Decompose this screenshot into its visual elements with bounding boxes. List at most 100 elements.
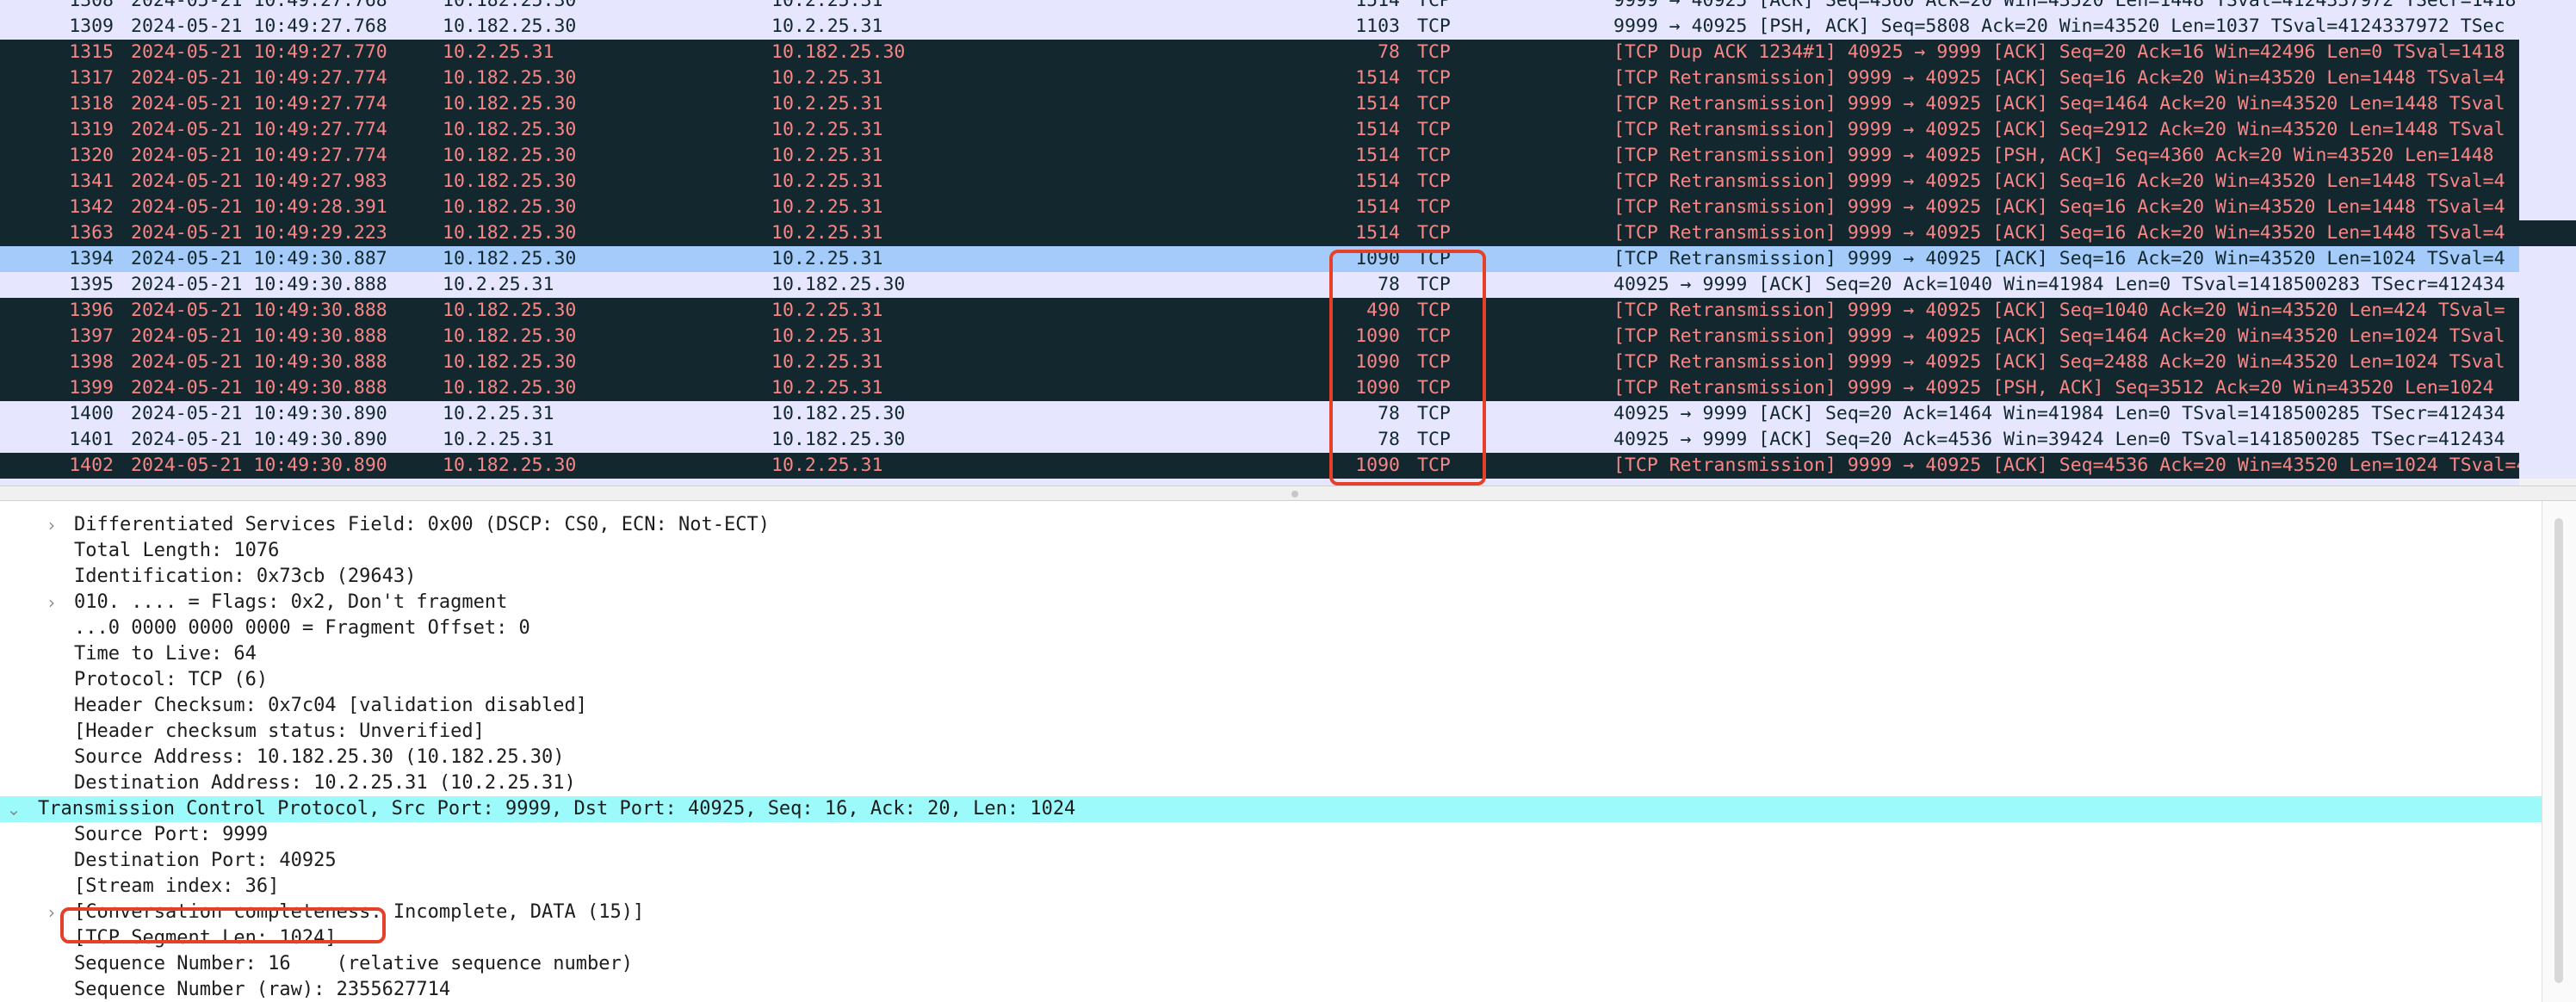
packet-row[interactable]: 1309 2024-05-21 10:49:27.768 10.182.25.30 1…: [0, 14, 2576, 40]
packet-info: [TCP Retransmission] 9999 → 40925 [ACK] …: [1613, 196, 2505, 218]
packet-row[interactable]: 1317 2024-05-21 10:49:27.774 10.182.25.30 1…: [0, 65, 2576, 91]
details-item[interactable]: Sequence Number: 16 (relative sequence n…: [0, 951, 2542, 977]
packet-row[interactable]: 1395 2024-05-21 10:49:30.888 10.2.25.31 10.…: [0, 272, 2576, 298]
details-item[interactable]: Identification: 0x73cb (29643): [0, 564, 2542, 590]
packet-row[interactable]: 1363 2024-05-21 10:49:29.223 10.182.25.30 1…: [0, 220, 2576, 246]
packet-frame-number: 1400: [69, 403, 114, 424]
packet-length: 1514: [1355, 222, 1400, 244]
packet-frame-number: 1308: [69, 0, 114, 11]
packet-source: 10.2.25.31: [443, 274, 554, 295]
packet-list-scrollbar[interactable]: [2519, 0, 2576, 486]
packet-source: 10.182.25.30: [443, 170, 577, 192]
packet-protocol: TCP: [1417, 351, 1451, 373]
scroll-minimap-mark: [2519, 65, 2576, 91]
details-scrollbar[interactable]: [2542, 501, 2576, 1002]
packet-row[interactable]: 1308 2024-05-21 10:49:27.768 10.182.25.30 1…: [0, 0, 2576, 14]
packet-destination: 10.2.25.31: [771, 67, 883, 89]
chevron-right-icon[interactable]: ›: [41, 590, 62, 615]
details-item-text: Header Checksum: 0x7c04 [validation disa…: [74, 695, 588, 716]
packet-row[interactable]: 1396 2024-05-21 10:49:30.888 10.182.25.30 1…: [0, 298, 2576, 324]
packet-source: 10.182.25.30: [443, 67, 577, 89]
details-item[interactable]: › 010. .... = Flags: 0x2, Don't fragment: [0, 590, 2542, 615]
details-item[interactable]: › [Conversation completeness: Incomplete,…: [0, 900, 2542, 925]
details-item[interactable]: Header Checksum: 0x7c04 [validation disa…: [0, 693, 2542, 719]
details-scroll-thumb[interactable]: [2554, 518, 2563, 983]
packet-time: 2024-05-21 10:49:30.888: [131, 274, 387, 295]
details-item-text: Total Length: 1076: [74, 540, 280, 561]
packet-row[interactable]: 1401 2024-05-21 10:49:30.890 10.2.25.31 10.…: [0, 427, 2576, 453]
packet-frame-number: 1394: [69, 248, 114, 269]
packet-destination: 10.2.25.31: [771, 300, 883, 321]
details-item[interactable]: Source Address: 10.182.25.30 (10.182.25.…: [0, 745, 2542, 770]
packet-time: 2024-05-21 10:49:29.223: [131, 222, 387, 244]
packet-length: 1103: [1355, 15, 1400, 37]
scroll-minimap-mark: [2519, 143, 2576, 169]
packet-row[interactable]: 1319 2024-05-21 10:49:27.774 10.182.25.30 1…: [0, 117, 2576, 143]
packet-row[interactable]: 1318 2024-05-21 10:49:27.774 10.182.25.30 1…: [0, 91, 2576, 117]
details-item[interactable]: [TCP Segment Len: 1024]: [0, 925, 2542, 951]
scroll-minimap-mark: [2519, 169, 2576, 195]
details-item[interactable]: Destination Address: 10.2.25.31 (10.2.25…: [0, 770, 2542, 796]
packet-time: 2024-05-21 10:49:30.887: [131, 248, 387, 269]
scroll-minimap-mark: [2519, 195, 2576, 220]
packet-length: 1090: [1355, 377, 1400, 399]
details-item[interactable]: ...0 0000 0000 0000 = Fragment Offset: 0: [0, 615, 2542, 641]
scroll-minimap-mark: [2519, 91, 2576, 117]
packet-row[interactable]: 1402 2024-05-21 10:49:30.890 10.182.25.30 1…: [0, 453, 2576, 479]
packet-row[interactable]: 1398 2024-05-21 10:49:30.888 10.182.25.30 1…: [0, 349, 2576, 375]
packet-info: [TCP Retransmission] 9999 → 40925 [ACK] …: [1613, 300, 2505, 321]
packet-row[interactable]: 1399 2024-05-21 10:49:30.888 10.182.25.30 1…: [0, 375, 2576, 401]
details-item-text: Destination Port: 40925: [74, 850, 337, 871]
scroll-minimap-mark: [2519, 272, 2576, 298]
packet-protocol: TCP: [1417, 0, 1451, 11]
packet-time: 2024-05-21 10:49:27.983: [131, 170, 387, 192]
packet-row[interactable]: 1320 2024-05-21 10:49:27.774 10.182.25.30 1…: [0, 143, 2576, 169]
splitter-grip[interactable]: [1291, 491, 1298, 498]
details-item-text: Source Address: 10.182.25.30 (10.182.25.…: [74, 746, 565, 768]
details-item[interactable]: Source Port: 9999: [0, 822, 2542, 848]
chevron-right-icon[interactable]: ›: [41, 512, 62, 538]
packet-destination: 10.2.25.31: [771, 377, 883, 399]
packet-row[interactable]: 1342 2024-05-21 10:49:28.391 10.182.25.30 1…: [0, 195, 2576, 220]
packet-row[interactable]: 1400 2024-05-21 10:49:30.890 10.2.25.31 10.…: [0, 401, 2576, 427]
details-item[interactable]: Destination Port: 40925: [0, 848, 2542, 874]
pane-splitter[interactable]: [0, 486, 2576, 501]
chevron-down-icon[interactable]: ⌄: [3, 796, 24, 822]
packet-destination: 10.2.25.31: [771, 222, 883, 244]
details-item[interactable]: [Stream index: 36]: [0, 874, 2542, 900]
packet-row-selected[interactable]: 1394 2024-05-21 10:49:30.887 10.182.25.30 1…: [0, 246, 2576, 272]
packet-details-tree[interactable]: › Differentiated Services Field: 0x00 (DS…: [0, 501, 2542, 1002]
details-item-tcp-header[interactable]: ⌄ Transmission Control Protocol, Src Port…: [0, 796, 2542, 822]
details-item[interactable]: Protocol: TCP (6): [0, 667, 2542, 693]
packet-row[interactable]: 1315 2024-05-21 10:49:27.770 10.2.25.31 10.…: [0, 40, 2576, 65]
details-item[interactable]: › Differentiated Services Field: 0x00 (DS…: [0, 512, 2542, 538]
details-item[interactable]: Sequence Number (raw): 2355627714: [0, 977, 2542, 1002]
packet-length: 1514: [1355, 67, 1400, 89]
packet-time: 2024-05-21 10:49:30.888: [131, 351, 387, 373]
packet-time: 2024-05-21 10:49:27.774: [131, 93, 387, 114]
packet-frame-number: 1401: [69, 429, 114, 450]
scroll-minimap-mark: [2519, 0, 2576, 14]
scroll-minimap-mark: [2519, 349, 2576, 375]
details-item[interactable]: Total Length: 1076: [0, 538, 2542, 564]
packet-info: [TCP Dup ACK 1234#1] 40925 → 9999 [ACK] …: [1613, 41, 2505, 63]
details-item-text: Transmission Control Protocol, Src Port:…: [38, 798, 1076, 820]
packet-source: 10.182.25.30: [443, 15, 577, 37]
packet-info: 9999 → 40925 [ACK] Seq=4360 Ack=20 Win=4…: [1613, 0, 2517, 11]
details-item[interactable]: Time to Live: 64: [0, 641, 2542, 667]
packet-time: 2024-05-21 10:49:30.888: [131, 377, 387, 399]
packet-source: 10.182.25.30: [443, 455, 577, 476]
packet-row[interactable]: 1397 2024-05-21 10:49:30.888 10.182.25.30 1…: [0, 324, 2576, 349]
packet-source: 10.182.25.30: [443, 93, 577, 114]
packet-length: 1514: [1355, 196, 1400, 218]
packet-list[interactable]: 1308 2024-05-21 10:49:27.768 10.182.25.30 1…: [0, 0, 2576, 486]
packet-row[interactable]: 1341 2024-05-21 10:49:27.983 10.182.25.30 1…: [0, 169, 2576, 195]
packet-time: 2024-05-21 10:49:30.890: [131, 403, 387, 424]
packet-time: 2024-05-21 10:49:27.774: [131, 119, 387, 140]
scroll-minimap-mark: [2519, 401, 2576, 427]
packet-destination: 10.2.25.31: [771, 93, 883, 114]
details-item[interactable]: [Header checksum status: Unverified]: [0, 719, 2542, 745]
packet-info: [TCP Retransmission] 9999 → 40925 [ACK] …: [1613, 351, 2505, 373]
chevron-right-icon[interactable]: ›: [41, 900, 62, 925]
packet-destination: 10.2.25.31: [771, 0, 883, 11]
